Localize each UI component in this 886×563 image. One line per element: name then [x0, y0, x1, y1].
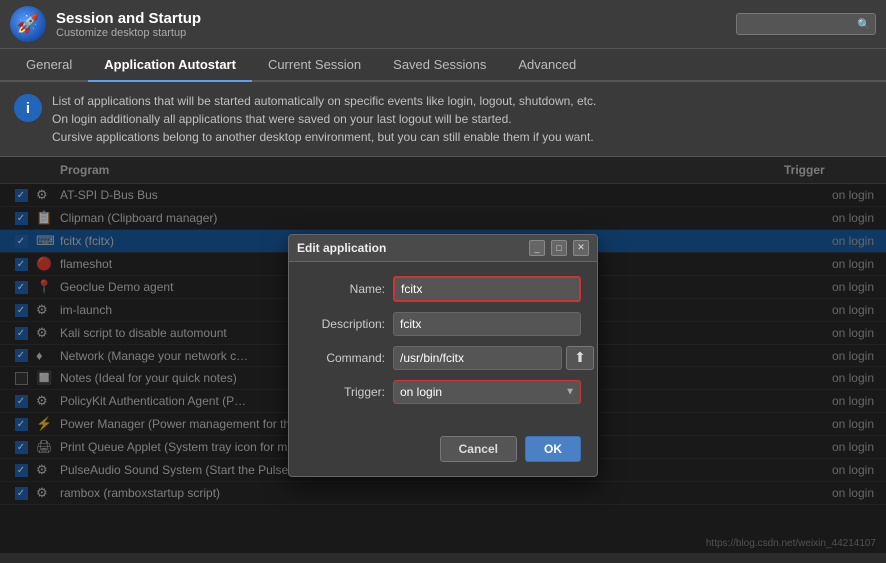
modal-body: Name: Description: Command: ⬆: [289, 262, 597, 428]
modal-titlebar: Edit application _ □ ✕: [289, 235, 597, 262]
command-with-btn: ⬆: [393, 346, 594, 370]
titlebar: 🚀 Session and Startup Customize desktop …: [0, 0, 886, 49]
info-text: List of applications that will be starte…: [52, 92, 596, 146]
trigger-row: Trigger: on login on logout on shutdown …: [305, 380, 581, 404]
search-icon: 🔍: [857, 18, 871, 31]
tab-general[interactable]: General: [10, 49, 88, 82]
info-line-2: On login additionally all applications t…: [52, 110, 596, 128]
app-subtitle: Customize desktop startup: [56, 27, 726, 39]
tab-advanced[interactable]: Advanced: [502, 49, 592, 82]
command-input[interactable]: [393, 346, 562, 370]
ok-button[interactable]: OK: [525, 436, 581, 462]
titlebar-text: Session and Startup Customize desktop st…: [56, 10, 726, 39]
tab-application-autostart[interactable]: Application Autostart: [88, 49, 252, 82]
modal-maximize-button[interactable]: □: [551, 240, 567, 256]
info-line-3: Cursive applications belong to another d…: [52, 128, 596, 146]
command-row: Command: ⬆: [305, 346, 581, 370]
info-line-1: List of applications that will be starte…: [52, 92, 596, 110]
modal-title: Edit application: [297, 241, 523, 255]
main-area: Program Trigger ✓ ⚙ AT-SPI D-Bus Bus on …: [0, 157, 886, 553]
trigger-select[interactable]: on login on logout on shutdown: [393, 380, 581, 404]
name-label: Name:: [305, 282, 385, 296]
search-input[interactable]: [736, 13, 876, 35]
tab-current-session[interactable]: Current Session: [252, 49, 377, 82]
trigger-select-wrapper: on login on logout on shutdown ▼: [393, 380, 581, 404]
name-input[interactable]: [393, 276, 581, 302]
edit-application-modal: Edit application _ □ ✕ Name: Description…: [288, 234, 598, 477]
tab-saved-sessions[interactable]: Saved Sessions: [377, 49, 502, 82]
modal-close-button[interactable]: ✕: [573, 240, 589, 256]
app-title: Session and Startup: [56, 10, 726, 27]
description-label: Description:: [305, 317, 385, 331]
search-wrapper: 🔍: [736, 13, 876, 35]
description-row: Description:: [305, 312, 581, 336]
cancel-button[interactable]: Cancel: [440, 436, 517, 462]
modal-overlay: Edit application _ □ ✕ Name: Description…: [0, 157, 886, 553]
tab-bar: General Application Autostart Current Se…: [0, 49, 886, 82]
modal-footer: Cancel OK: [289, 428, 597, 476]
app-logo: 🚀: [10, 6, 46, 42]
command-browse-button[interactable]: ⬆: [566, 346, 594, 370]
description-input[interactable]: [393, 312, 581, 336]
name-row: Name:: [305, 276, 581, 302]
info-icon: i: [14, 94, 42, 122]
modal-minimize-button[interactable]: _: [529, 240, 545, 256]
info-banner: i List of applications that will be star…: [0, 82, 886, 157]
command-label: Command:: [305, 351, 385, 365]
trigger-label: Trigger:: [305, 385, 385, 399]
